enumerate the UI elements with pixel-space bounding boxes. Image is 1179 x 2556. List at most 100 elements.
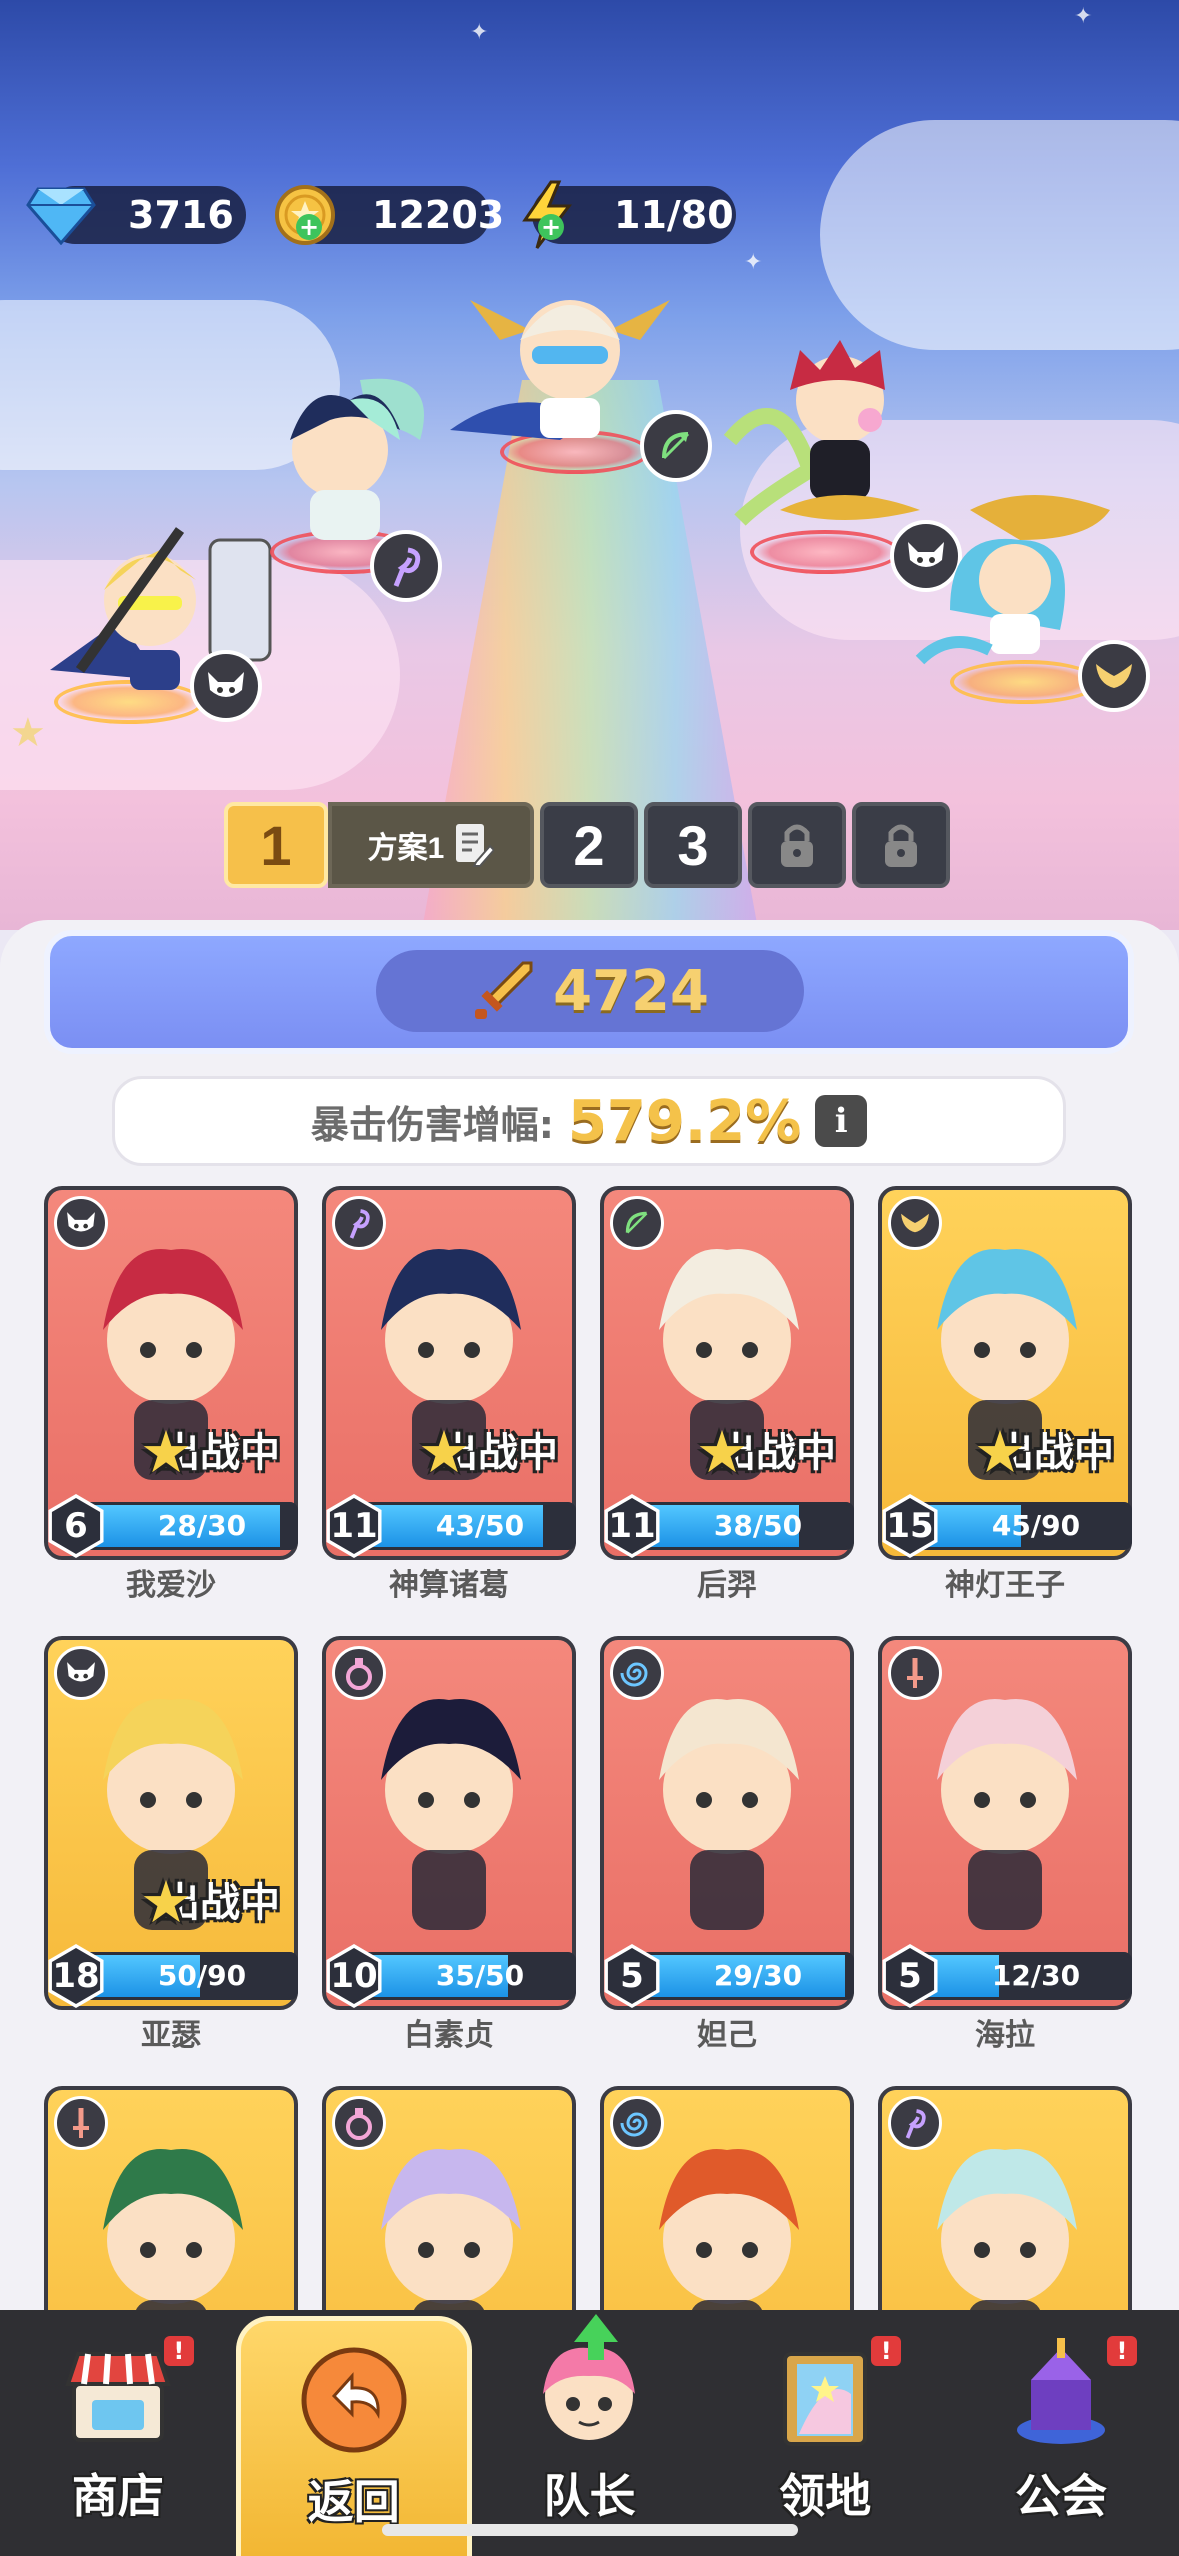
- sword-icon: [54, 2096, 108, 2150]
- upgrade-arrow-icon: [573, 2314, 618, 2360]
- deployed-badge: ★ 出战中: [974, 1418, 1122, 1482]
- hero-card[interactable]: ★ 出战中 38/50 11 后羿: [600, 1186, 854, 1603]
- swirl-icon: [610, 2096, 664, 2150]
- lock-icon: [781, 824, 813, 867]
- staff-icon: [888, 2096, 942, 2150]
- lock-icon: [885, 824, 917, 867]
- nav-back-label: 返回: [307, 2475, 400, 2529]
- potion-icon: [332, 1646, 386, 1700]
- lightning-icon: +: [510, 178, 584, 252]
- formation-tab-2[interactable]: 2: [540, 802, 638, 888]
- formation-tab-locked[interactable]: [748, 802, 846, 888]
- nav-shop[interactable]: 商店 !: [0, 2310, 236, 2556]
- wings-icon: [888, 1196, 942, 1250]
- nav-guild-label: 公会: [1015, 2469, 1108, 2523]
- home-indicator[interactable]: [382, 2524, 798, 2536]
- nav-captain[interactable]: 队长: [472, 2310, 708, 2556]
- star-icon: ✦: [1074, 4, 1093, 29]
- wings-icon: [1078, 640, 1150, 712]
- exp-text: 29/30: [713, 1959, 803, 1992]
- back-icon: [301, 2347, 407, 2453]
- nav-guild[interactable]: 公会 !: [943, 2310, 1179, 2556]
- gold-counter[interactable]: + 12203: [275, 185, 504, 245]
- crit-damage-label: 暴击伤害增幅:: [310, 1102, 554, 1147]
- hero-exp-row: 35/50 10: [322, 1944, 576, 2008]
- star-icon: ★: [974, 1418, 1026, 1486]
- alert-badge: !: [1106, 2336, 1137, 2366]
- formation-tabs: 1 方案1 2 3: [224, 802, 950, 894]
- hero-card[interactable]: 35/50 10 白素贞: [322, 1636, 576, 2053]
- cloud: [820, 120, 1179, 350]
- hero-name: 白素贞: [404, 2018, 494, 2053]
- star-icon: ★: [140, 1868, 192, 1936]
- crit-damage-stat: 暴击伤害增幅: 579.2% i: [112, 1076, 1066, 1166]
- nav-territory-label: 领地: [779, 2469, 872, 2523]
- diamond-counter[interactable]: 3716: [26, 186, 246, 245]
- add-gold-icon[interactable]: +: [296, 214, 322, 240]
- exp-text: 38/50: [713, 1509, 803, 1542]
- level-value: 15: [885, 1498, 935, 1554]
- nav-shop-label: 商店: [71, 2469, 164, 2523]
- add-energy-icon[interactable]: +: [538, 214, 564, 240]
- exp-text: 43/50: [435, 1509, 525, 1542]
- formation-plan-label: 方案1: [367, 832, 445, 865]
- exp-bar: 38/50: [632, 1502, 854, 1550]
- exp-text: 45/90: [991, 1509, 1081, 1542]
- hero-card[interactable]: ★ 出战中 50/90 18 亚瑟: [44, 1636, 298, 2053]
- exp-text: 12/30: [991, 1959, 1081, 1992]
- hero-card[interactable]: ★ 出战中 43/50 11 神算诸葛: [322, 1186, 576, 1603]
- hero-card[interactable]: 29/30 5 妲己: [600, 1636, 854, 2053]
- formation-tab-3[interactable]: 3: [644, 802, 742, 888]
- hero-woaisha-sprite: [723, 340, 920, 526]
- level-value: 6: [51, 1498, 101, 1554]
- formation-plan-name-button[interactable]: 方案1: [328, 802, 534, 888]
- hero-exp-row: 50/90 18: [44, 1944, 298, 2008]
- bottom-nav: 商店 ! 返回 队长 领地 ! 公会 !: [0, 2310, 1179, 2556]
- hero-exp-row: 29/30 5: [600, 1944, 854, 2008]
- edit-note-icon: [456, 824, 495, 867]
- exp-bar: 35/50: [354, 1952, 576, 2000]
- staff-icon: [370, 530, 442, 602]
- star-icon: ★: [696, 1418, 748, 1486]
- hero-exp-row: 45/90 15: [878, 1494, 1132, 1558]
- level-value: 5: [885, 1948, 935, 2004]
- demon-icon: [54, 1196, 108, 1250]
- info-icon[interactable]: i: [815, 1095, 868, 1147]
- hero-name: 我爱沙: [126, 1568, 216, 1603]
- shop-icon: [65, 2352, 171, 2442]
- deployed-badge: ★ 出战中: [418, 1418, 566, 1482]
- hero-grid: ★ 出战中 28/30 6 我爱沙 ★ 出战中 43/50 11 神算诸葛 ★ …: [44, 1186, 1136, 2502]
- exp-bar: 45/90: [910, 1502, 1132, 1550]
- deployed-badge: ★ 出战中: [696, 1418, 844, 1482]
- hero-card[interactable]: ★ 出战中 45/90 15 神灯王子: [878, 1186, 1132, 1603]
- territory-icon: [783, 2352, 868, 2446]
- hero-exp-row: 38/50 11: [600, 1494, 854, 1558]
- hero-card[interactable]: ★ 出战中 28/30 6 我爱沙: [44, 1186, 298, 1603]
- level-value: 18: [51, 1948, 101, 2004]
- bow-icon: [640, 410, 712, 482]
- star-icon: ✦: [470, 20, 489, 45]
- exp-bar: 50/90: [76, 1952, 298, 2000]
- team-power: 4724: [376, 950, 804, 1032]
- level-value: 11: [329, 1498, 379, 1554]
- energy-counter[interactable]: + 11/80: [522, 180, 736, 249]
- hero-exp-row: 12/30 5: [878, 1944, 1132, 2008]
- exp-text: 35/50: [435, 1959, 525, 1992]
- hero-name: 妲己: [697, 2018, 757, 2053]
- diamond-icon: [24, 178, 98, 252]
- star-icon: ★: [418, 1418, 470, 1486]
- nav-back[interactable]: 返回: [235, 2316, 472, 2556]
- hero-card[interactable]: 12/30 5 海拉: [878, 1636, 1132, 2053]
- demon-icon: [54, 1646, 108, 1700]
- swirl-icon: [610, 1646, 664, 1700]
- nav-captain-label: 队长: [543, 2469, 636, 2523]
- level-value: 5: [607, 1948, 657, 2004]
- hero-name: 后羿: [697, 1568, 757, 1603]
- exp-bar: 29/30: [632, 1952, 854, 2000]
- formation-tab-1[interactable]: 1: [224, 802, 328, 888]
- hero-name: 亚瑟: [141, 2018, 201, 2053]
- nav-territory[interactable]: 领地 !: [707, 2310, 943, 2556]
- formation-tab-locked[interactable]: [852, 802, 950, 888]
- guild-icon: [1017, 2338, 1106, 2444]
- hero-exp-row: 28/30 6: [44, 1494, 298, 1558]
